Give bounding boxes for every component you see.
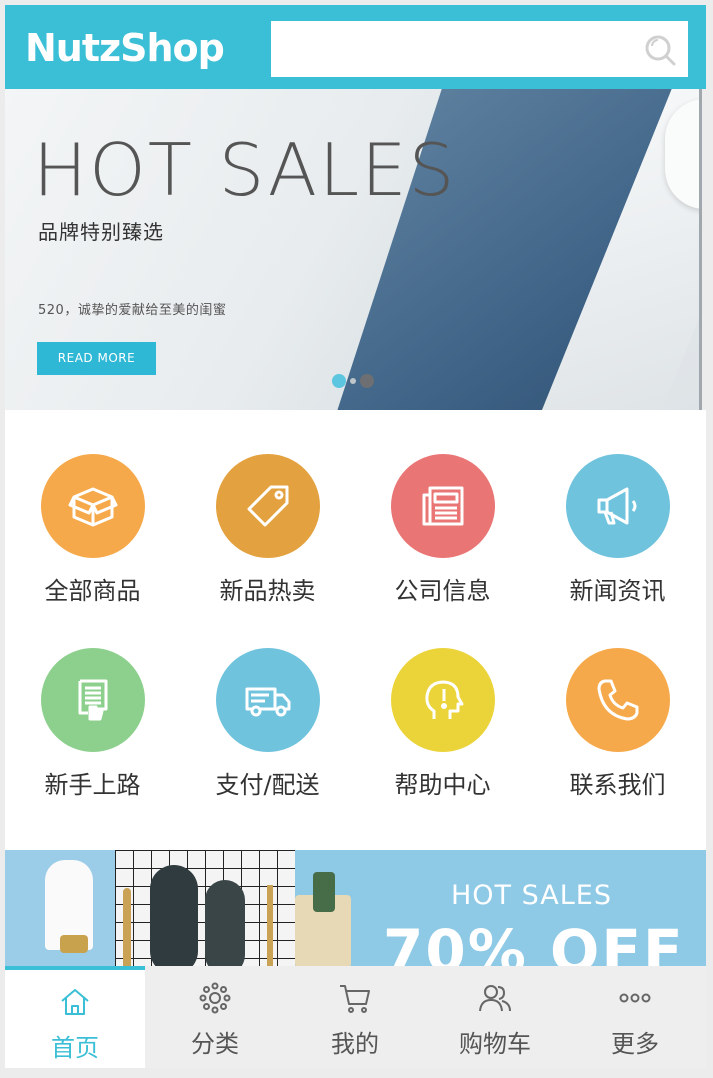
- tab-label: 购物车: [459, 1030, 531, 1058]
- category-label: 新手上路: [44, 771, 141, 799]
- category-icon-circle: [215, 648, 320, 752]
- category-icon-circle: [40, 454, 145, 558]
- guide-icon: [78, 679, 107, 721]
- megaphone-icon: [597, 487, 636, 525]
- promo-fork-image: [267, 885, 273, 968]
- tab-label: 首页: [51, 1034, 99, 1062]
- category-icon-circle: [40, 648, 145, 752]
- promo-sandal-image: [205, 880, 245, 968]
- category-label: 全部商品: [44, 577, 141, 605]
- category-news[interactable]: 新闻资讯: [530, 454, 705, 606]
- category-icon: [199, 982, 231, 1014]
- bottom-tab-bar: 首页 分类 我的 购物车 更多: [5, 966, 706, 1068]
- promo-spoon-image: [123, 888, 131, 968]
- tab-mine[interactable]: 我的: [285, 966, 425, 1068]
- cart-icon: [340, 985, 370, 1013]
- category-all-products[interactable]: 全部商品: [5, 454, 180, 606]
- help-head-icon: [424, 680, 463, 719]
- search-icon[interactable]: [643, 33, 677, 67]
- app-screen: NutzShop HOT SALES 品牌特别臻选 520，诚挚的爱献给至美的闺…: [0, 0, 713, 1078]
- tab-cart[interactable]: 购物车: [425, 966, 565, 1068]
- banner-scroll-edge: [699, 89, 702, 410]
- hero-banner[interactable]: HOT SALES 品牌特别臻选 520，诚挚的爱献给至美的闺蜜 READ MO…: [5, 89, 699, 410]
- read-more-button[interactable]: READ MORE: [37, 342, 156, 375]
- category-icon-circle: [215, 454, 320, 558]
- category-help-center[interactable]: 帮助中心: [355, 648, 530, 800]
- carousel-indicator: [332, 370, 378, 389]
- carousel-dot-1[interactable]: [332, 373, 346, 388]
- category-label: 新品热卖: [219, 577, 316, 605]
- promo-ring-image: [60, 935, 88, 953]
- search-input[interactable]: [271, 21, 688, 77]
- promo-banner[interactable]: HOT SALES 70% OFF: [5, 850, 706, 968]
- category-icon-circle: [390, 648, 495, 752]
- carousel-dot-2[interactable]: [360, 373, 374, 388]
- truck-icon: [245, 687, 290, 717]
- promo-sandal-image: [150, 865, 198, 968]
- tab-more[interactable]: 更多: [565, 966, 705, 1068]
- promo-discount: 70% OFF: [383, 917, 685, 968]
- category-label: 支付/配送: [215, 771, 320, 799]
- banner-description: 520，诚挚的爱献给至美的闺蜜: [38, 303, 227, 318]
- category-icon-circle: [390, 454, 495, 558]
- tag-icon: [247, 485, 288, 527]
- carousel-dot-separator: [350, 377, 356, 384]
- category-new-hot[interactable]: 新品热卖: [180, 454, 355, 606]
- category-beginners-guide[interactable]: 新手上路: [5, 648, 180, 800]
- category-grid: 全部商品 新品热卖 公司信息 新闻资讯 新手上路 支付/配送 帮助中心 联系我们: [5, 410, 706, 850]
- promo-bottle-image: [313, 872, 335, 912]
- tab-category[interactable]: 分类: [145, 966, 285, 1068]
- tab-label: 更多: [611, 1030, 659, 1058]
- newspaper-icon: [422, 486, 463, 526]
- category-contact-us[interactable]: 联系我们: [530, 648, 705, 800]
- more-icon: [619, 993, 651, 1003]
- category-icon-circle: [565, 648, 670, 752]
- tab-label: 分类: [191, 1030, 239, 1058]
- home-icon: [61, 989, 89, 1015]
- logo[interactable]: NutzShop: [25, 29, 225, 67]
- banner-subtitle: 品牌特别臻选: [38, 220, 164, 244]
- promo-title: HOT SALES: [451, 880, 612, 911]
- category-company-info[interactable]: 公司信息: [355, 454, 530, 606]
- category-payment-delivery[interactable]: 支付/配送: [180, 648, 355, 800]
- phone-icon: [597, 679, 638, 721]
- category-label: 新闻资讯: [569, 577, 666, 605]
- user-icon: [479, 985, 511, 1012]
- header: NutzShop: [5, 5, 706, 89]
- category-label: 帮助中心: [394, 771, 491, 799]
- banner-title: HOT SALES: [33, 128, 457, 212]
- category-icon-circle: [565, 454, 670, 558]
- box-icon: [68, 487, 117, 527]
- tab-label: 我的: [331, 1030, 379, 1058]
- category-label: 公司信息: [394, 577, 491, 605]
- category-label: 联系我们: [569, 771, 666, 799]
- tab-home[interactable]: 首页: [5, 966, 145, 1068]
